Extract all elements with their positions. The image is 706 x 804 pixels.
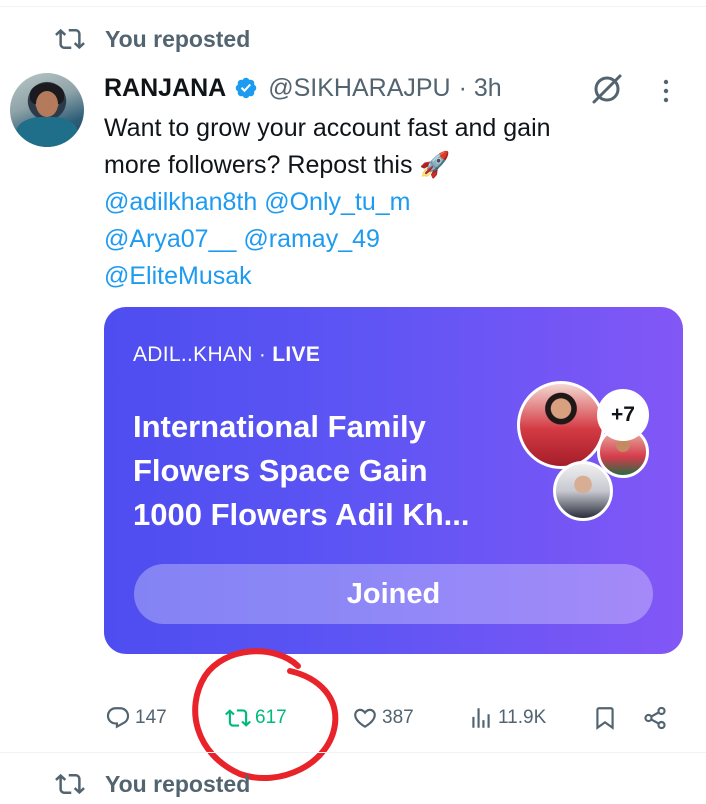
verified-icon — [235, 77, 257, 99]
more-speakers-count: +7 — [597, 389, 649, 441]
views-button[interactable]: 11.9K — [468, 700, 546, 736]
mention-link[interactable]: @Arya07__ — [104, 225, 236, 253]
rocket-emoji: 🚀 — [419, 151, 451, 179]
author-avatar[interactable] — [10, 73, 84, 147]
tweet-text-line: more followers? Repost this 🚀 — [104, 151, 451, 179]
speaker-avatar — [517, 381, 605, 469]
tweet-divider — [0, 752, 706, 753]
like-count: 387 — [382, 707, 414, 728]
speaker-avatar — [553, 461, 613, 521]
repost-icon — [225, 709, 251, 727]
share-button[interactable] — [642, 700, 672, 736]
like-icon — [354, 708, 376, 728]
repost-icon — [55, 768, 87, 800]
tweet-text: Want to grow your account fast and gain … — [104, 110, 664, 295]
mention-link[interactable]: @EliteMusak — [104, 262, 252, 290]
reply-icon — [106, 707, 130, 729]
views-count: 11.9K — [498, 707, 547, 728]
reply-button[interactable]: 147 — [105, 700, 167, 736]
mention-link[interactable]: @ramay_49 — [243, 225, 380, 253]
space-title: International Family Flowers Space Gain … — [133, 409, 470, 532]
repost-context[interactable]: You reposted — [55, 23, 250, 55]
space-host: ADIL..KHAN · LIVE — [133, 343, 321, 366]
repost-context-label: You reposted — [105, 25, 251, 52]
reply-count: 147 — [135, 707, 167, 728]
tweet-time[interactable]: · 3h — [459, 74, 502, 103]
mention-link[interactable]: @adilkhan8th — [104, 188, 257, 216]
mention-link[interactable]: @Only_tu_m — [264, 188, 410, 216]
repost-context-label: You reposted — [105, 770, 251, 797]
share-icon — [644, 706, 666, 730]
repost-count: 617 — [255, 707, 287, 728]
views-icon — [472, 708, 490, 728]
tweet-actions: 147 617 387 11.9K — [0, 700, 706, 736]
more-icon[interactable] — [658, 76, 674, 106]
author-handle[interactable]: @SIKHARAJPU — [268, 74, 450, 103]
repost-icon — [55, 23, 87, 55]
bookmark-icon — [596, 707, 614, 730]
like-button[interactable]: 387 — [352, 700, 414, 736]
live-badge: LIVE — [272, 343, 321, 366]
top-divider — [0, 6, 706, 7]
joined-button[interactable]: Joined — [134, 564, 653, 624]
author-name[interactable]: RANJANA — [104, 74, 226, 103]
bookmark-button[interactable] — [592, 700, 622, 736]
tweet-text-line: Want to grow your account fast and gain — [104, 114, 551, 142]
grok-icon[interactable] — [590, 72, 624, 106]
tweet-header: RANJANA @SIKHARAJPU · 3h — [104, 70, 502, 106]
repost-context[interactable]: You reposted — [55, 768, 250, 800]
repost-button[interactable]: 617 — [225, 700, 287, 736]
space-card[interactable]: ADIL..KHAN · LIVE International Family F… — [104, 307, 683, 654]
